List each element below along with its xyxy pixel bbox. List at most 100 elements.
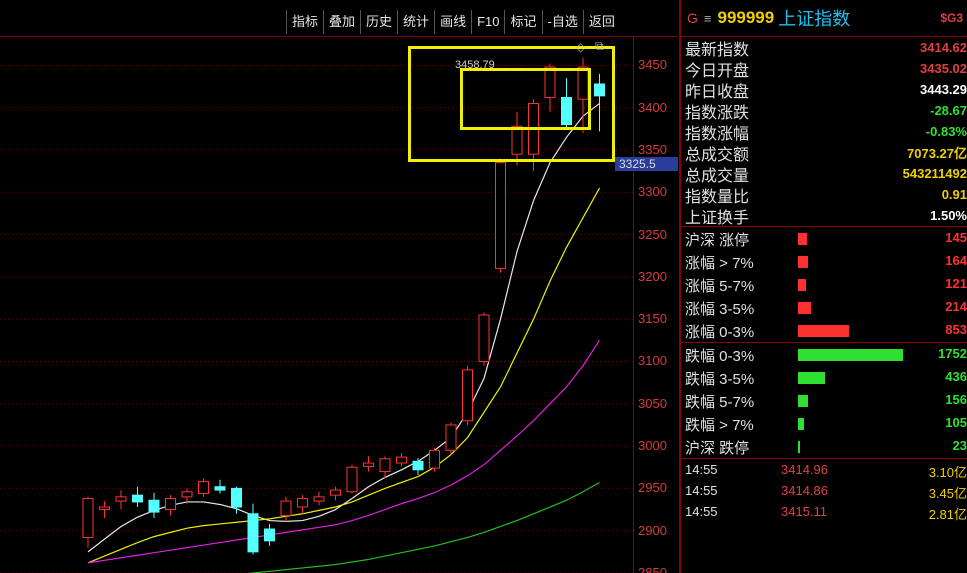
candle — [478, 312, 490, 366]
quote-panel: G ≡ 999999 上证指数 $G3 最新指数 3414.62 今日开盘 3435.… — [681, 0, 967, 573]
advance-decline-distribution: 沪深 涨停 145 涨幅 > 7% 164 涨幅 5-7% 121 涨幅 3-5% 214 涨幅… — [681, 227, 967, 458]
candle — [363, 456, 374, 472]
dist-count: 145 — [945, 230, 967, 245]
dist-row: 跌幅 3-5% 436 — [681, 366, 967, 389]
market-badge: $G3 — [940, 11, 963, 25]
candle-body — [165, 498, 176, 511]
candle-body — [181, 491, 193, 498]
dist-label: 涨幅 5-7% — [685, 278, 755, 295]
stat-value: 7073.27亿 — [907, 146, 967, 161]
stat-value: 3435.02 — [920, 61, 967, 76]
candle-body — [297, 498, 308, 508]
candle-body — [115, 496, 127, 502]
candle — [412, 457, 424, 475]
dist-row: 沪深 跌停 23 — [681, 435, 967, 458]
dist-label: 跌幅 3-5% — [685, 371, 755, 388]
stat-value: 3414.62 — [920, 40, 967, 55]
stat-row: 指数涨跌 -28.67 — [681, 100, 967, 122]
candle-body — [462, 369, 473, 422]
dist-row: 跌幅 5-7% 156 — [681, 389, 967, 412]
stat-row: 今日开盘 3435.02 — [681, 58, 967, 80]
quote-stats: 最新指数 3414.62 今日开盘 3435.02 昨日收盘 3443.29 指数涨跌 -28… — [681, 37, 967, 227]
stat-value: 1.50% — [930, 208, 967, 223]
stat-row: 总成交量 543211492 — [681, 163, 967, 185]
candle-body — [346, 466, 358, 493]
candle-body — [148, 499, 160, 513]
dist-count: 121 — [945, 276, 967, 291]
dist-label: 跌幅 > 7% — [685, 417, 754, 434]
dist-label: 涨幅 3-5% — [685, 301, 755, 318]
candle — [264, 523, 275, 546]
moving-averages — [87, 102, 601, 573]
candle — [445, 422, 457, 455]
y-tick-label: 3450 — [638, 57, 667, 73]
candle-body — [478, 314, 490, 362]
tick-vol: 2.81亿 — [928, 507, 967, 522]
tick-row: 14:55 3415.11 2.81亿 — [681, 501, 967, 522]
dist-count: 164 — [945, 253, 967, 268]
dist-bar — [798, 279, 806, 291]
dist-count: 1752 — [938, 346, 967, 361]
dist-label: 跌幅 0-3% — [685, 348, 755, 365]
stat-row: 上证换手 1.50% — [681, 205, 967, 227]
dist-bar — [798, 302, 811, 314]
settings-icon[interactable]: ⧉ — [595, 39, 604, 54]
candle — [198, 478, 209, 497]
stock-name: 上证指数 — [778, 9, 851, 29]
candle — [99, 501, 110, 519]
candle-body — [247, 513, 259, 553]
candle-body — [363, 462, 374, 467]
y-tick-label: 2900 — [638, 522, 667, 538]
kline-chart-panel[interactable]: 指标 叠加 历史 统计 画线 F10 标记 -自选 返回 3450 3400 335… — [0, 0, 678, 573]
menu-icon[interactable]: ≡ — [704, 11, 712, 26]
dist-count: 105 — [945, 415, 967, 430]
group-prefix: G — [687, 10, 698, 26]
dist-label: 沪深 跌停 — [685, 440, 750, 457]
stat-label: 上证换手 — [685, 209, 750, 227]
dist-row: 跌幅 0-3% 1752 — [681, 343, 967, 366]
moving-average-line — [87, 102, 600, 553]
dist-bar — [798, 395, 808, 407]
y-tick-label: 3100 — [638, 353, 667, 369]
dist-bar — [798, 418, 804, 430]
dist-label: 涨幅 0-3% — [685, 324, 755, 341]
candle — [297, 495, 308, 514]
tick-vol: 3.45亿 — [928, 486, 967, 501]
highlight-box-inner — [460, 68, 591, 130]
candle — [462, 365, 473, 425]
candle — [429, 447, 440, 472]
y-tick-label: 3300 — [638, 184, 667, 200]
tick-row: 14:55 3414.86 3.45亿 — [681, 480, 967, 501]
quote-header: G ≡ 999999 上证指数 $G3 — [681, 0, 967, 37]
stock-code: 999999 — [717, 8, 775, 27]
diamond-icon[interactable]: ◇ — [576, 40, 585, 54]
candle — [396, 452, 407, 467]
moving-average-line — [87, 340, 601, 564]
dist-row: 跌幅 > 7% 105 — [681, 412, 967, 435]
tick-list: 14:55 3414.96 3.10亿 14:55 3414.86 3.45亿 14:55 3… — [681, 459, 967, 522]
dist-count: 23 — [952, 438, 967, 453]
candle-body — [313, 496, 325, 502]
stat-row: 昨日收盘 3443.29 — [681, 79, 967, 101]
stat-value: 0.91 — [941, 187, 967, 202]
stat-value: -28.67 — [930, 103, 967, 118]
candle-body — [379, 458, 391, 472]
tick-time: 14:55 — [685, 483, 718, 498]
current-price-marker: 3325.5 — [615, 157, 678, 171]
y-tick-label: 3400 — [638, 99, 667, 115]
dist-row: 涨幅 0-3% 853 — [681, 319, 967, 342]
candle — [148, 492, 160, 519]
price-axis-line — [633, 37, 634, 573]
candle — [313, 491, 325, 506]
candle-body — [396, 456, 407, 464]
dist-bar — [798, 233, 807, 245]
candle — [214, 479, 226, 494]
tick-price: 3414.86 — [781, 483, 828, 498]
dist-row: 涨幅 > 7% 164 — [681, 250, 967, 273]
candle — [346, 464, 358, 494]
candle-body — [198, 481, 209, 494]
y-tick-label: 3350 — [638, 141, 667, 157]
dist-bar — [798, 325, 849, 337]
stat-row: 指数涨幅 -0.83% — [681, 121, 967, 143]
dist-bar — [798, 349, 903, 361]
